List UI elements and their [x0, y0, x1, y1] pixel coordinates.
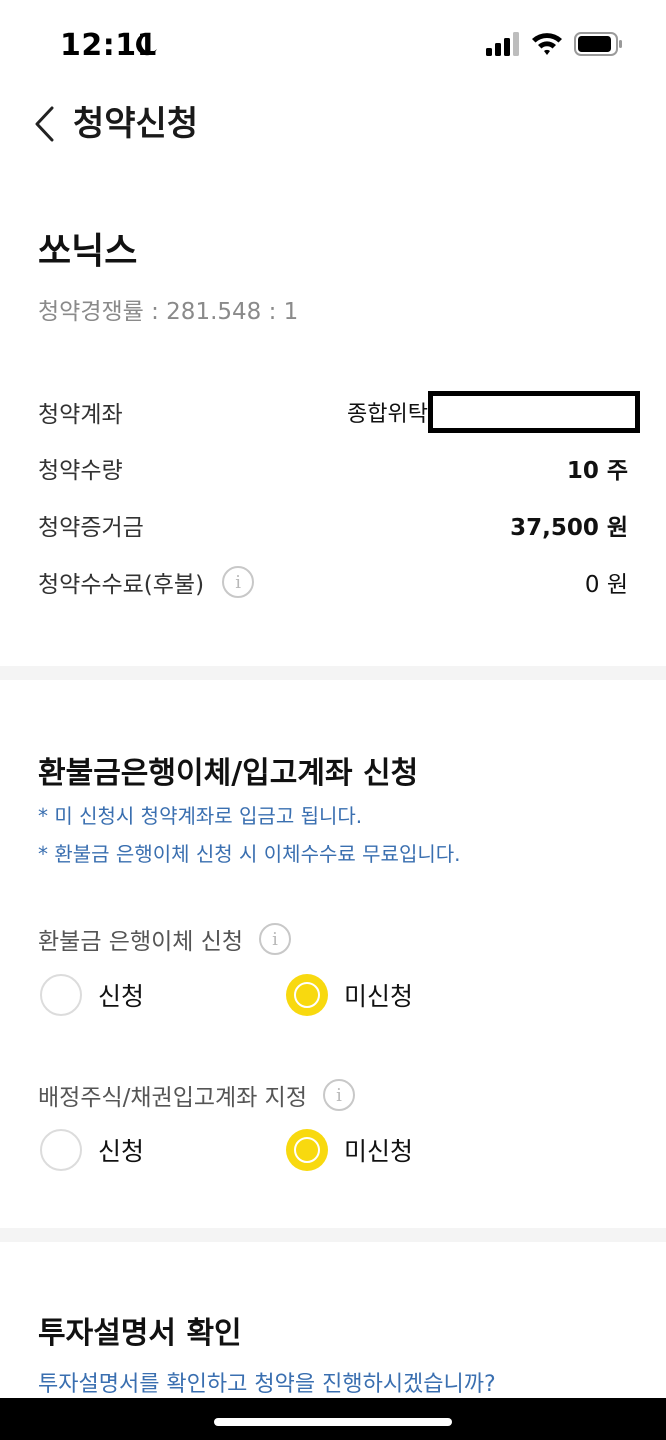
stock-account-option-label: 배정주식/채권입고계좌 지정 i: [38, 1078, 355, 1112]
signal-icon: [486, 32, 519, 56]
info-icon[interactable]: i: [222, 566, 255, 598]
prospectus-confirm-link[interactable]: 투자설명서를 확인하고 청약을 진행하시겠습니까?: [38, 1366, 496, 1398]
account-value: 종합위탁: [347, 402, 428, 427]
page-title: 청약신청: [73, 104, 199, 144]
header: 청약신청: [0, 90, 666, 160]
radio-unselected: [40, 974, 82, 1016]
info-icon[interactable]: i: [259, 923, 292, 955]
quantity-label: 청약수량: [38, 458, 123, 484]
radio-selected: [286, 1129, 328, 1171]
radio-label-decline: 미신청: [344, 982, 414, 1011]
fee-value: 0 원: [584, 572, 628, 598]
refund-transfer-decline-radio[interactable]: 미신청: [286, 974, 413, 1016]
refund-transfer-label: 환불금 은행이체 신청: [38, 929, 244, 955]
radio-label-apply: 신청: [98, 982, 145, 1011]
stock-account-decline-radio[interactable]: 미신청: [286, 1129, 413, 1171]
stock-account-apply-radio[interactable]: 신청: [40, 1129, 144, 1171]
stock-account-label: 배정주식/채권입고계좌 지정: [38, 1085, 307, 1111]
account-row: 청약계좌 종합위탁: [38, 391, 640, 433]
chevron-left-icon: [35, 106, 54, 142]
wifi-icon: [532, 33, 562, 55]
status-bar: 12:11: [0, 0, 666, 90]
refund-section-title: 환불금은행이체/입고계좌 신청: [38, 756, 419, 791]
refund-transfer-apply-radio[interactable]: 신청: [40, 974, 144, 1016]
back-button[interactable]: [24, 100, 64, 148]
info-icon[interactable]: i: [322, 1079, 355, 1111]
section-divider: [0, 666, 666, 680]
deposit-label: 청약증거금: [38, 515, 144, 541]
quantity-value: 10 주: [566, 458, 628, 484]
account-label: 청약계좌: [38, 402, 123, 428]
deposit-value: 37,500 원: [510, 515, 628, 541]
fee-label: 청약수수료(후불): [38, 572, 205, 598]
account-value-group[interactable]: 종합위탁: [347, 391, 640, 433]
battery-icon: [574, 32, 622, 56]
fee-label-group: 청약수수료(후불) i: [38, 565, 255, 599]
redacted-account-number: [428, 391, 640, 433]
stock-name: 쏘닉스: [38, 231, 138, 272]
home-indicator[interactable]: [214, 1418, 452, 1426]
quantity-row: 청약수량 10 주: [38, 448, 628, 488]
section-divider: [0, 1228, 666, 1242]
refund-notice-1: * 미 신청시 청약계좌로 입금고 됩니다.: [38, 804, 363, 828]
refund-notice-2: * 환불금 은행이체 신청 시 이체수수료 무료입니다.: [38, 842, 461, 866]
radio-label-apply: 신청: [98, 1137, 145, 1166]
competition-rate: 청약경쟁률 : 281.548 : 1: [38, 299, 299, 325]
radio-selected: [286, 974, 328, 1016]
moon-icon: [136, 33, 157, 56]
radio-label-decline: 미신청: [344, 1137, 414, 1166]
prospectus-section-title: 투자설명서 확인: [38, 1316, 242, 1351]
fee-row: 청약수수료(후불) i 0 원: [38, 562, 628, 602]
refund-transfer-option-label: 환불금 은행이체 신청 i: [38, 922, 292, 956]
radio-unselected: [40, 1129, 82, 1171]
deposit-row: 청약증거금 37,500 원: [38, 505, 628, 545]
